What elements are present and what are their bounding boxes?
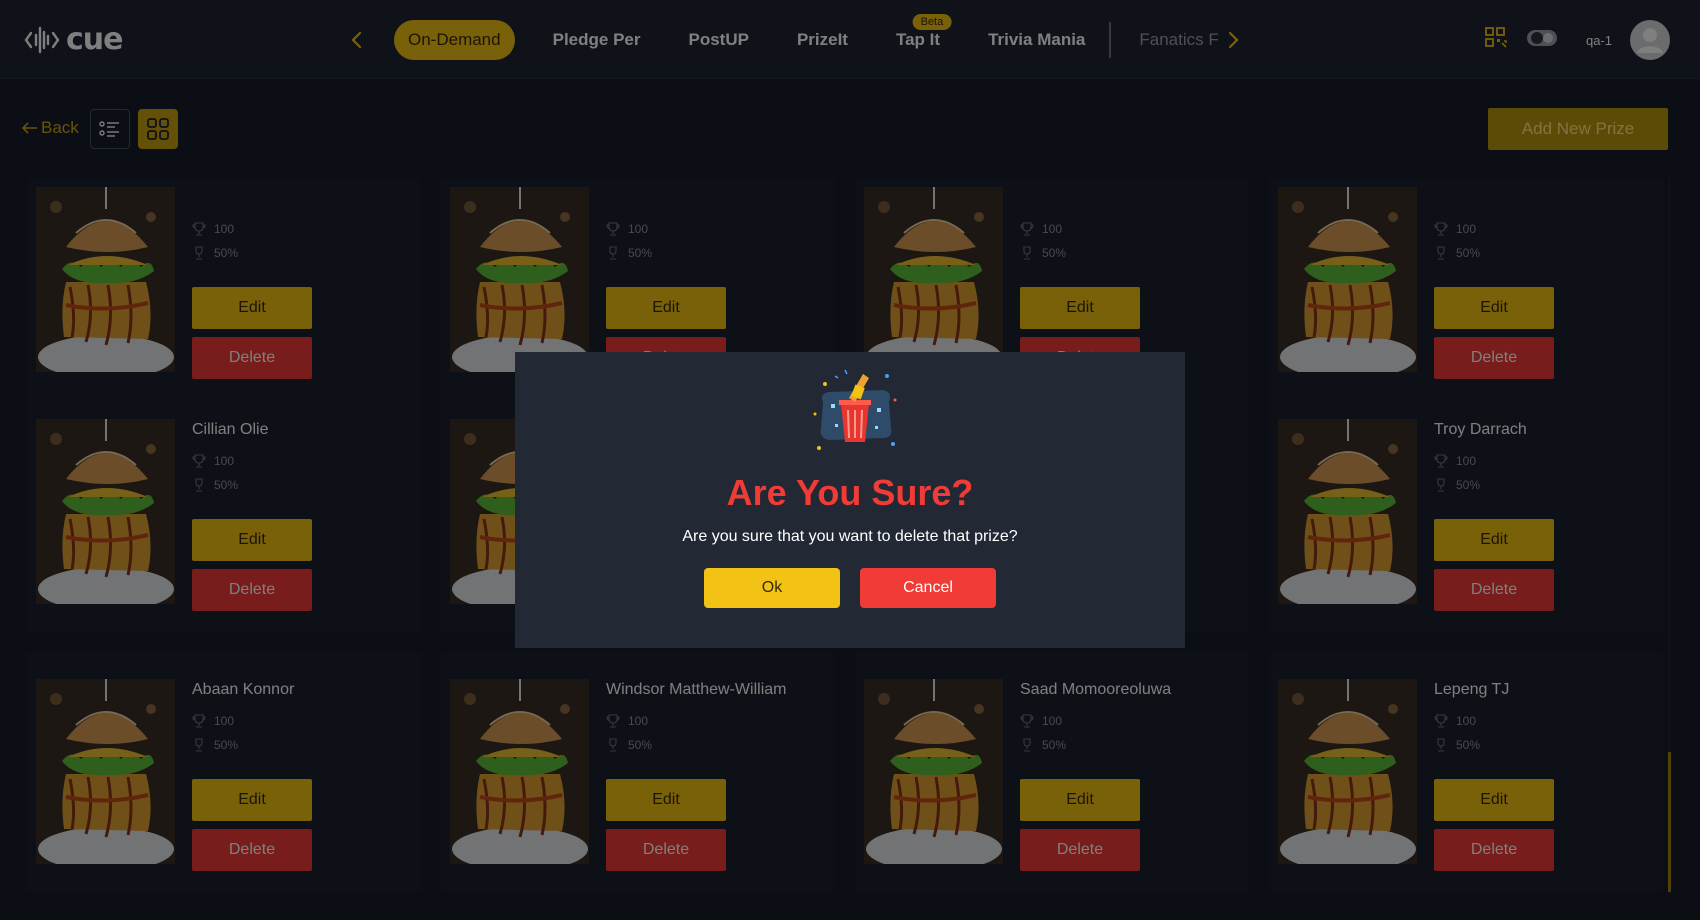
delete-confirm-dialog: Are You Sure? Are you sure that you want…	[515, 352, 1185, 648]
ok-button[interactable]: Ok	[704, 568, 840, 608]
cancel-button[interactable]: Cancel	[860, 568, 996, 608]
trash-illustration	[813, 369, 897, 450]
dialog-title: Are You Sure?	[726, 472, 974, 513]
dialog-message: Are you sure that you want to delete tha…	[682, 528, 1018, 545]
